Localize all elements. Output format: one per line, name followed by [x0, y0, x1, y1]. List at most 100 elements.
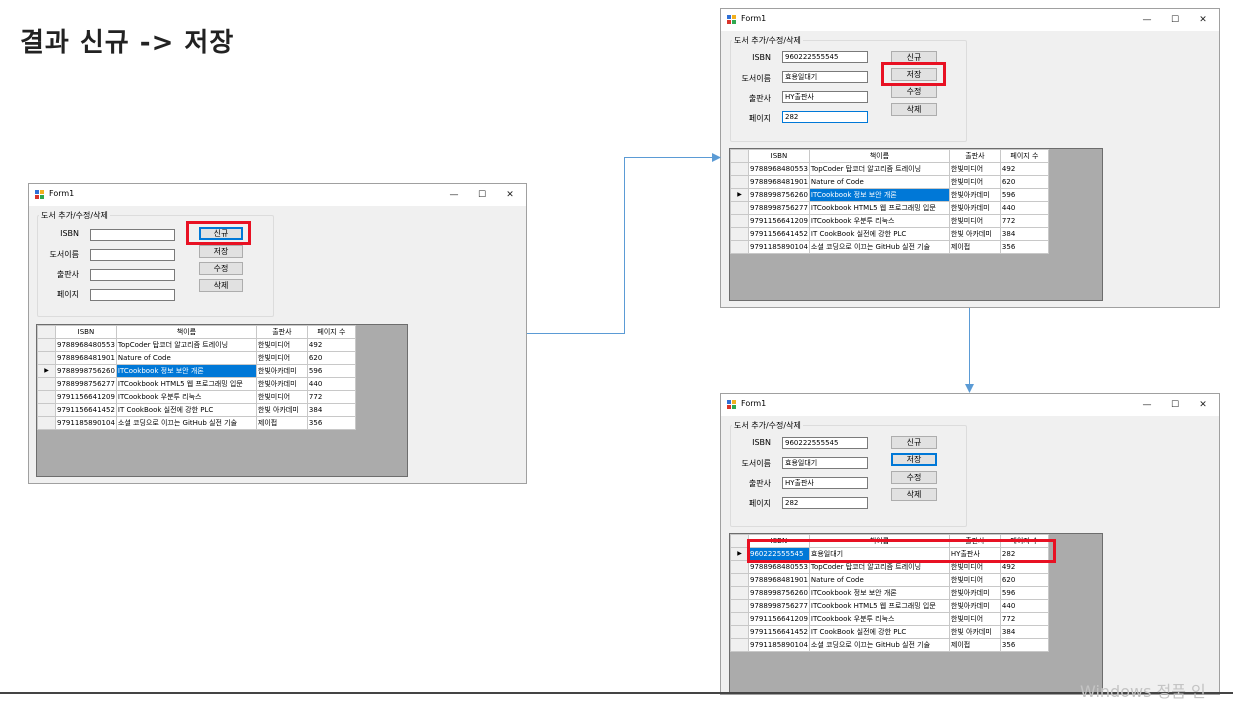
- cell-pages[interactable]: 440: [999, 201, 1049, 215]
- cell-title[interactable]: Nature of Code: [808, 175, 950, 189]
- cell-publisher[interactable]: 한빛미디어: [948, 612, 1001, 626]
- table-row[interactable]: 9791156641452 IT CookBook 실전에 강한 PLC 한빛 아카…: [730, 227, 1049, 241]
- cell-title[interactable]: ITCookbook 우분투 리눅스: [808, 612, 950, 626]
- table-row[interactable]: 9788968481901 Nature of Code 한빛미디어 620: [730, 573, 1049, 587]
- cell-pages[interactable]: 356: [999, 638, 1049, 652]
- cell-isbn[interactable]: 9788998756277: [748, 599, 810, 613]
- cell-pages[interactable]: 596: [306, 364, 356, 378]
- cell-title[interactable]: 소셜 코딩으로 이끄는 GitHub 실전 기술: [808, 638, 950, 652]
- column-header[interactable]: 페이지 수: [306, 325, 356, 339]
- row-header[interactable]: [730, 586, 749, 600]
- column-header[interactable]: ISBN: [748, 149, 810, 163]
- cell-publisher[interactable]: 제이펍: [948, 240, 1001, 254]
- table-row[interactable]: 9788968480553 TopCoder 탑코더 알고리즘 트레이닝 한빛미디어…: [37, 338, 356, 352]
- delete-button[interactable]: 삭제: [891, 103, 937, 116]
- minimize-icon[interactable]: —: [1133, 397, 1161, 413]
- table-row[interactable]: 9791156641452 IT CookBook 실전에 강한 PLC 한빛 아카…: [730, 625, 1049, 639]
- cell-title[interactable]: ITCookbook HTML5 웹 프로그래밍 입문: [808, 201, 950, 215]
- cell-pages[interactable]: 384: [999, 227, 1049, 241]
- cell-isbn[interactable]: 9791185890104: [55, 416, 117, 430]
- publisher-input[interactable]: [90, 269, 175, 281]
- cell-publisher[interactable]: 한빛아카데미: [948, 599, 1001, 613]
- cell-isbn[interactable]: 9791156641452: [748, 625, 810, 639]
- cell-isbn[interactable]: 9788998756260: [748, 586, 810, 600]
- cell-isbn[interactable]: 9788998756277: [55, 377, 117, 391]
- row-header[interactable]: [730, 214, 749, 228]
- table-row[interactable]: 9788998756277 ITCookbook HTML5 웹 프로그래밍 입문…: [37, 377, 356, 391]
- row-header[interactable]: [730, 625, 749, 639]
- cell-publisher[interactable]: 한빛미디어: [948, 573, 1001, 587]
- column-header[interactable]: 책이름: [115, 325, 257, 339]
- save-button[interactable]: 저장: [199, 245, 243, 258]
- publisher-input[interactable]: HY출판사: [782, 91, 868, 103]
- maximize-icon[interactable]: ☐: [468, 187, 496, 203]
- publisher-input[interactable]: HY출판사: [782, 477, 868, 489]
- row-header[interactable]: [37, 416, 56, 430]
- cell-isbn[interactable]: 9791156641209: [748, 612, 810, 626]
- row-header[interactable]: [37, 403, 56, 417]
- row-header[interactable]: [37, 377, 56, 391]
- isbn-input[interactable]: 960222555545: [782, 437, 868, 449]
- current-row-arrow-icon[interactable]: ▶: [37, 364, 56, 378]
- delete-button[interactable]: 삭제: [891, 488, 937, 501]
- row-header[interactable]: [730, 227, 749, 241]
- row-header[interactable]: [730, 638, 749, 652]
- row-header[interactable]: [37, 338, 56, 352]
- isbn-input[interactable]: [90, 229, 175, 241]
- row-header[interactable]: [730, 162, 749, 176]
- maximize-icon[interactable]: ☐: [1161, 12, 1189, 28]
- row-header[interactable]: [37, 390, 56, 404]
- book-grid[interactable]: ISBN 책이름 출판사 페이지 수 9788968480553 TopCoder…: [36, 324, 408, 477]
- edit-button[interactable]: 수정: [199, 262, 243, 275]
- cell-pages[interactable]: 772: [999, 612, 1049, 626]
- pages-input[interactable]: 282: [782, 497, 868, 509]
- cell-publisher[interactable]: 한빛미디어: [255, 351, 308, 365]
- cell-pages[interactable]: 492: [306, 338, 356, 352]
- current-row-arrow-icon[interactable]: ▶: [730, 188, 749, 202]
- close-icon[interactable]: ✕: [496, 187, 524, 203]
- cell-isbn[interactable]: 9791156641452: [55, 403, 117, 417]
- edit-button[interactable]: 수정: [891, 471, 937, 484]
- table-row[interactable]: 9788968481901 Nature of Code 한빛미디어 620: [37, 351, 356, 365]
- cell-title[interactable]: IT CookBook 실전에 강한 PLC: [808, 227, 950, 241]
- cell-publisher[interactable]: 한빛아카데미: [948, 586, 1001, 600]
- cell-isbn[interactable]: 9788998756260: [748, 188, 810, 202]
- cell-title-selected[interactable]: ITCookbook 정보 보안 개론: [115, 364, 257, 378]
- table-row[interactable]: 9788968480553 TopCoder 탑코더 알고리즘 트레이닝 한빛미디어…: [730, 162, 1049, 176]
- cell-isbn[interactable]: 9791156641209: [748, 214, 810, 228]
- cell-pages[interactable]: 620: [306, 351, 356, 365]
- column-header[interactable]: 페이지 수: [999, 149, 1049, 163]
- table-row[interactable]: 9788998756277 ITCookbook HTML5 웹 프로그래밍 입문…: [730, 201, 1049, 215]
- cell-isbn[interactable]: 9788998756260: [55, 364, 117, 378]
- book-name-input[interactable]: 효용일대기: [782, 457, 868, 469]
- cell-isbn[interactable]: 9788968481901: [748, 175, 810, 189]
- cell-title-selected[interactable]: ITCookbook 정보 보안 개론: [808, 188, 950, 202]
- cell-title[interactable]: IT CookBook 실전에 강한 PLC: [808, 625, 950, 639]
- cell-pages[interactable]: 596: [999, 586, 1049, 600]
- column-header[interactable]: 출판사: [948, 149, 1001, 163]
- row-header[interactable]: [730, 175, 749, 189]
- cell-title[interactable]: ITCookbook HTML5 웹 프로그래밍 입문: [115, 377, 257, 391]
- cell-publisher[interactable]: 한빛미디어: [255, 390, 308, 404]
- cell-publisher[interactable]: 한빛미디어: [948, 162, 1001, 176]
- cell-title[interactable]: ITCookbook 정보 보안 개론: [808, 586, 950, 600]
- cell-publisher[interactable]: 한빛미디어: [948, 175, 1001, 189]
- maximize-icon[interactable]: ☐: [1161, 397, 1189, 413]
- table-row[interactable]: 9791156641452 IT CookBook 실전에 강한 PLC 한빛 아카…: [37, 403, 356, 417]
- cell-isbn[interactable]: 9788968481901: [748, 573, 810, 587]
- table-row[interactable]: 9791185890104 소셜 코딩으로 이끄는 GitHub 실전 기술 제이펍…: [730, 240, 1049, 254]
- new-button[interactable]: 신규: [891, 436, 937, 449]
- table-row[interactable]: 9791185890104 소셜 코딩으로 이끄는 GitHub 실전 기술 제이펍…: [730, 638, 1049, 652]
- row-header[interactable]: [37, 351, 56, 365]
- cell-publisher[interactable]: 한빛 아카데미: [948, 227, 1001, 241]
- cell-title[interactable]: ITCookbook 우분투 리눅스: [808, 214, 950, 228]
- cell-isbn[interactable]: 9788968481901: [55, 351, 117, 365]
- cell-isbn[interactable]: 9791185890104: [748, 240, 810, 254]
- pages-input[interactable]: 282: [782, 111, 868, 123]
- cell-isbn[interactable]: 9791185890104: [748, 638, 810, 652]
- cell-pages[interactable]: 356: [999, 240, 1049, 254]
- cell-publisher[interactable]: 한빛미디어: [255, 338, 308, 352]
- row-header[interactable]: [730, 573, 749, 587]
- cell-publisher[interactable]: 한빛 아카데미: [255, 403, 308, 417]
- table-row[interactable]: 9791156641209 ITCookbook 우분투 리눅스 한빛미디어 772: [730, 214, 1049, 228]
